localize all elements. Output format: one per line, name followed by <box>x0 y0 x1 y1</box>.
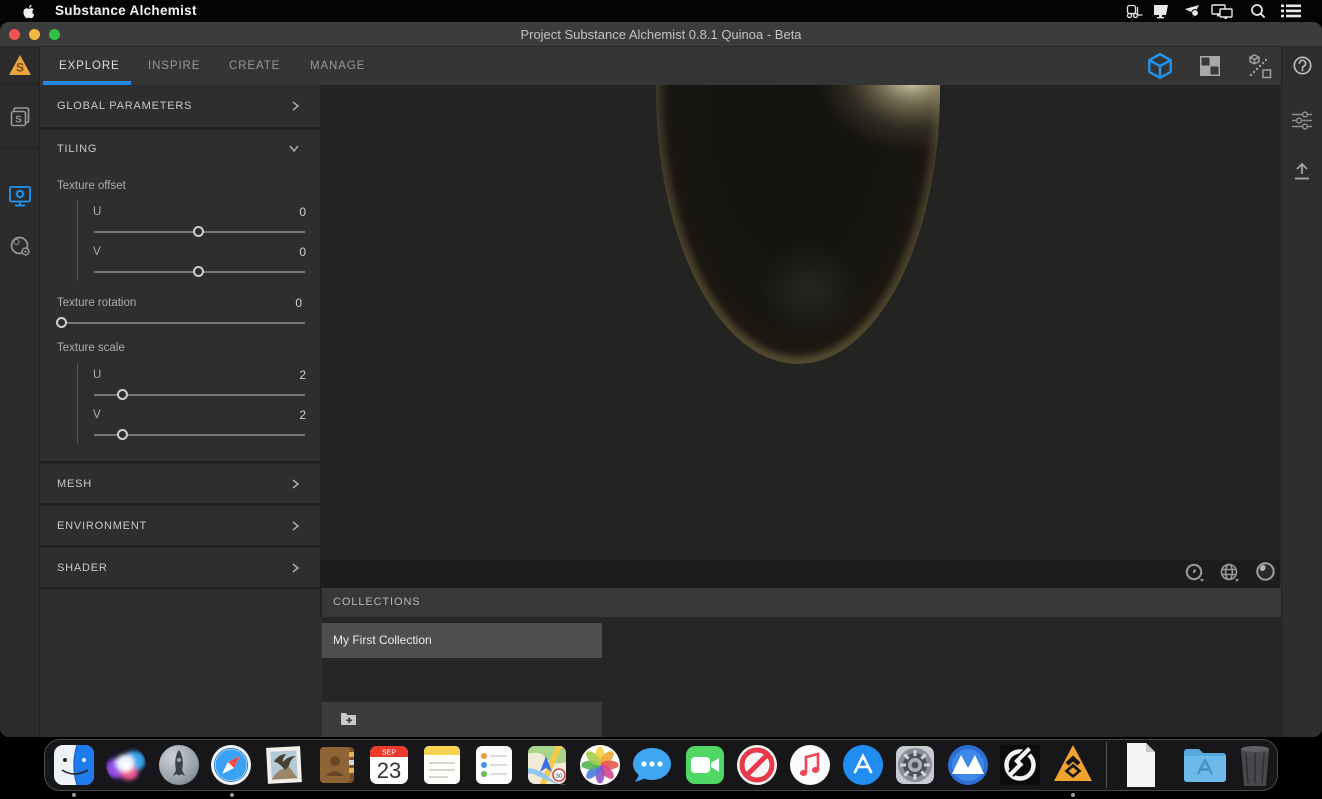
svg-text:30: 30 <box>555 773 563 780</box>
svg-text:S: S <box>16 61 24 75</box>
svg-text:SEP: SEP <box>382 750 396 757</box>
svg-text:23: 23 <box>377 758 401 783</box>
svg-text:S: S <box>15 115 22 126</box>
